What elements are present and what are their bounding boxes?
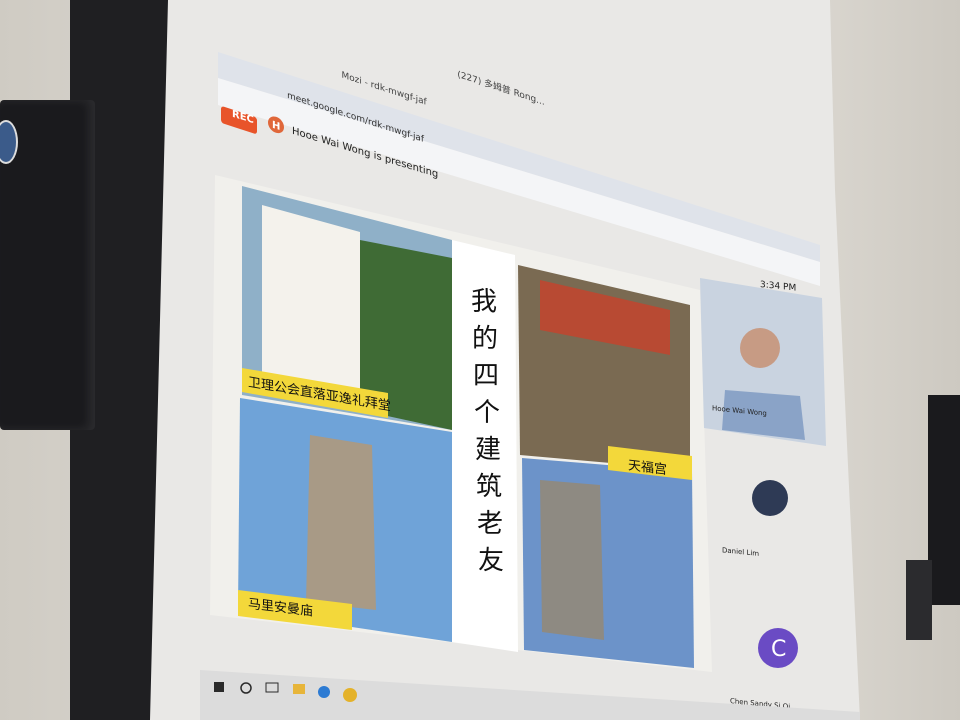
taskbar <box>200 670 860 720</box>
svg-text:我: 我 <box>471 287 497 317</box>
chrome-browser-icon[interactable] <box>343 688 357 702</box>
edge-browser-icon[interactable] <box>318 686 330 698</box>
temple-gopuram <box>306 435 376 610</box>
windows-start-icon[interactable] <box>214 682 224 692</box>
file-explorer-icon[interactable] <box>293 684 305 694</box>
svg-text:四: 四 <box>473 361 499 391</box>
participant-name-daniel: Daniel Lim <box>722 545 759 558</box>
tab-youtube[interactable]: (227) 多姆普 Rong... <box>457 68 544 108</box>
hooe-face <box>740 328 780 368</box>
chen-avatar-letter: C <box>771 637 786 662</box>
speaker-bracket <box>906 560 932 640</box>
projected-display: Mozi - rdk-mwgf-jaf (227) 多姆普 Rong... me… <box>200 52 860 720</box>
svg-text:友: 友 <box>478 546 504 576</box>
daniel-avatar <box>752 480 788 516</box>
svg-text:筑: 筑 <box>476 472 502 502</box>
shophouse-tower <box>540 480 604 640</box>
svg-text:老: 老 <box>477 509 503 539</box>
church-building <box>262 205 360 400</box>
svg-text:个: 个 <box>474 398 500 428</box>
right-speaker <box>928 395 960 605</box>
svg-text:的: 的 <box>472 324 498 354</box>
svg-text:建: 建 <box>475 435 501 465</box>
